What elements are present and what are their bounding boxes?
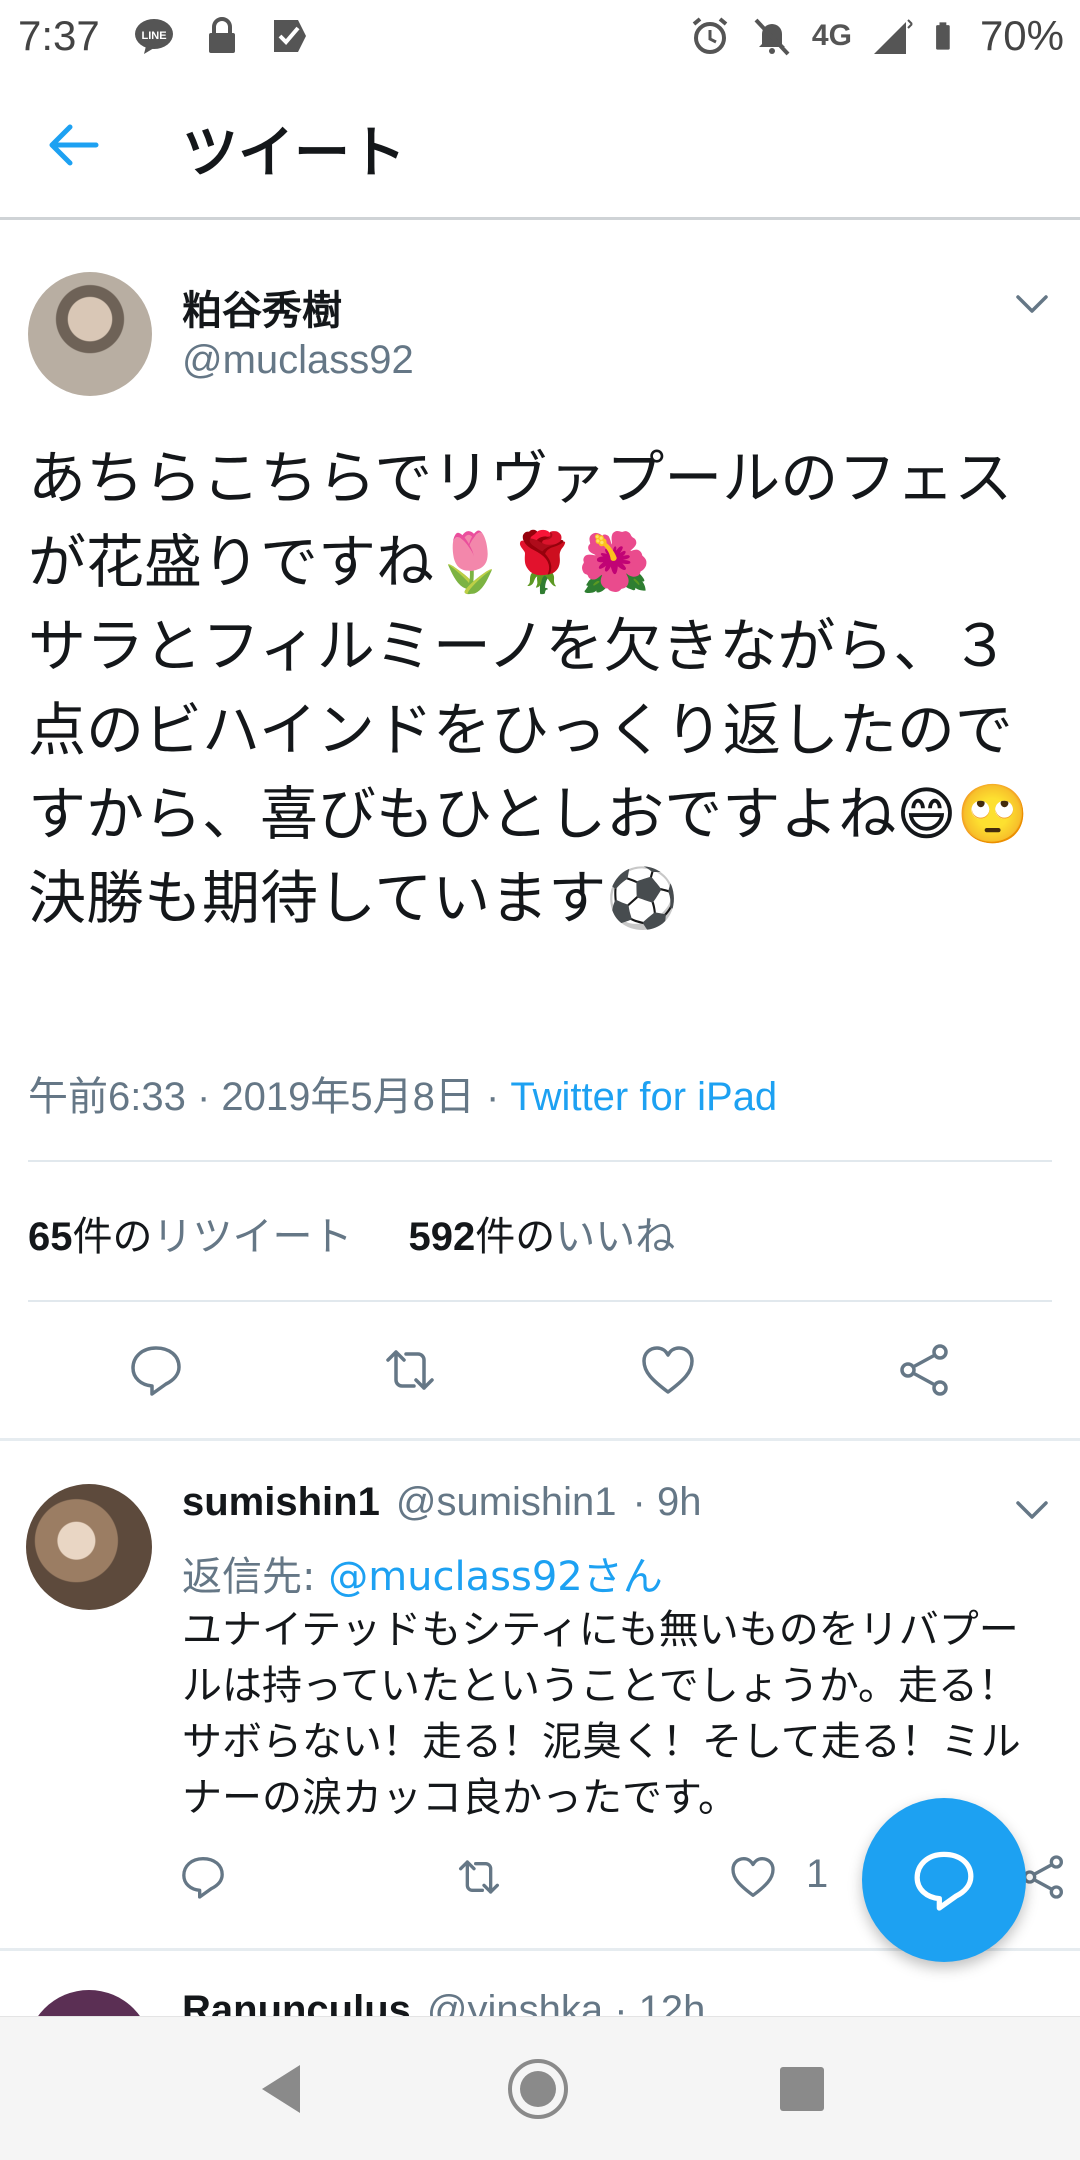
tweet-timestamp: 午前6:33 · 2019年5月8日 · [28, 1075, 511, 1119]
like-count-label-a: 件の [475, 1215, 556, 1259]
retweet-count-label-b: リツイート [152, 1215, 353, 1259]
author-handle[interactable]: @muclass92 [182, 338, 414, 383]
reply-icon[interactable] [126, 1340, 186, 1400]
reply-to-prefix: 返信先: [182, 1554, 329, 1600]
like-count-number: 592 [408, 1215, 476, 1259]
like-count[interactable]: 592件のいいね [409, 1204, 676, 1262]
battery-level: 70% [979, 12, 1064, 59]
arrow-left-icon[interactable] [40, 112, 106, 178]
like-icon[interactable] [638, 1340, 698, 1400]
like-icon[interactable] [728, 1852, 778, 1902]
reply-author-name[interactable]: sumishin1 [182, 1480, 380, 1525]
network-type: 4G [811, 19, 852, 52]
retweet-icon[interactable] [380, 1340, 440, 1400]
reply-avatar[interactable] [26, 1484, 152, 1610]
tweet-text: あちらこちらでリヴァプールのフェスが花盛りですね🌷🌹🌺 サラとフィルミーノを欠き… [28, 444, 1029, 932]
recents-square-icon[interactable] [770, 2057, 834, 2121]
reply-icon [914, 1851, 974, 1911]
app-header: ツイート [0, 72, 1080, 220]
chevron-down-icon[interactable] [1012, 1490, 1052, 1530]
back-triangle-icon[interactable] [250, 2057, 314, 2121]
lock-icon [209, 17, 235, 53]
reply-to-handle[interactable]: @muclass92さん [328, 1554, 663, 1600]
reply-header: sumishin1 @sumishin1 · 9h [182, 1480, 701, 1525]
tweet-meta: 午前6:33 · 2019年5月8日 · Twitter for iPad [28, 1064, 777, 1122]
home-circle-icon[interactable] [506, 2057, 570, 2121]
system-status: 4G 70% [688, 12, 1064, 60]
tweet-stats: 65件のリツイート 592件のいいね [28, 1204, 675, 1262]
status-time: 7:37 [18, 12, 100, 59]
retweet-count-label-a: 件の [72, 1215, 153, 1259]
reply-time: · 9h [632, 1480, 702, 1524]
section-divider [0, 1438, 1080, 1441]
divider [28, 1300, 1052, 1302]
mute-icon [754, 18, 790, 56]
retweet-count-number: 65 [28, 1215, 73, 1259]
reply-like-count: 1 [806, 1852, 829, 1896]
reply-author-handle[interactable]: @sumishin1 [396, 1480, 617, 1525]
author-name[interactable]: 粕谷秀樹 [182, 278, 342, 336]
author-avatar[interactable] [28, 272, 152, 396]
line-icon: LINE [135, 19, 173, 54]
compose-reply-button[interactable] [862, 1798, 1026, 1962]
signal-icon [873, 19, 913, 54]
check-icon [274, 20, 306, 52]
reply-icon[interactable] [178, 1852, 228, 1902]
alarm-icon [692, 17, 728, 54]
system-nav-bar [0, 2016, 1080, 2160]
reply-to: 返信先: @muclass92さん [182, 1544, 663, 1602]
battery-icon [936, 22, 950, 50]
divider [28, 1160, 1052, 1162]
share-icon[interactable] [894, 1340, 954, 1400]
retweet-count[interactable]: 65件のリツイート [28, 1204, 353, 1262]
tweet-source-link[interactable]: Twitter for iPad [510, 1075, 777, 1119]
retweet-icon[interactable] [454, 1852, 504, 1902]
reply-text: ユナイテッドもシティにも無いものをリバプールは持っていたということでしょうか。走… [182, 1607, 1021, 1821]
status-bar: 7:37 LINE 4G 70% [0, 0, 1080, 72]
like-count-label-b: いいね [555, 1215, 676, 1259]
svg-text:LINE: LINE [141, 30, 166, 42]
chevron-down-icon[interactable] [1012, 284, 1052, 324]
page-title: ツイート [182, 121, 406, 186]
notification-icons: LINE [132, 14, 312, 58]
